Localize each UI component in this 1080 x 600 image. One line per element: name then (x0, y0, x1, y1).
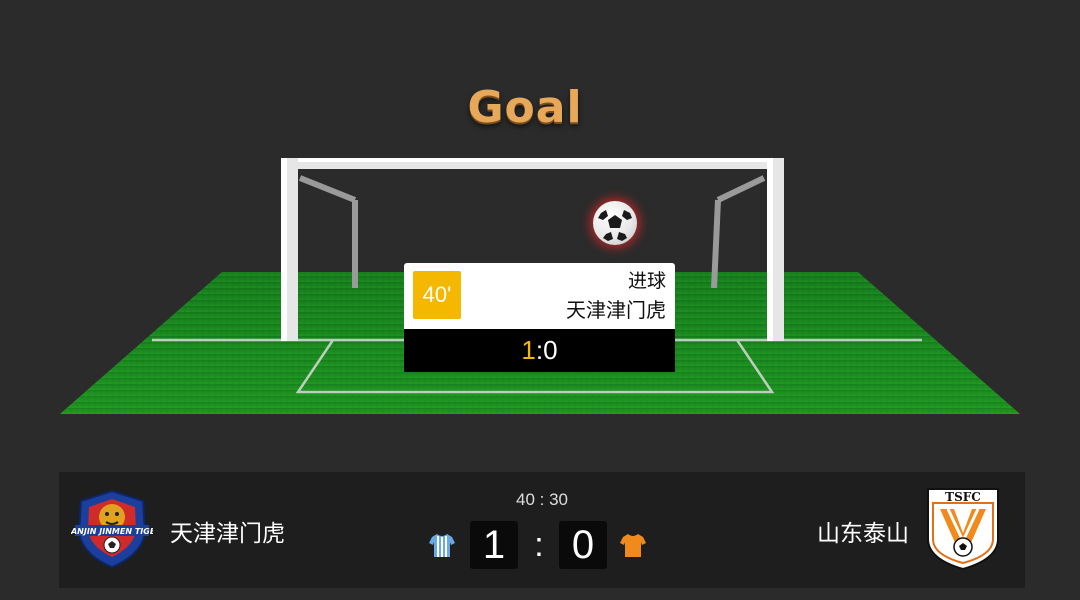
event-team-name: 天津津门虎 (566, 298, 666, 322)
home-team-logo: TIANJIN JINMEN TIGER (63, 487, 161, 569)
pitch-graphic (60, 158, 1020, 414)
away-score: 0 (559, 521, 607, 569)
home-score: 1 (470, 521, 518, 569)
away-team-logo: TSFC (918, 483, 1008, 573)
away-logo-text: TSFC (945, 490, 981, 504)
goal-animation-scene: Goal 40' 进球 天津津门虎 1:0 (0, 0, 1080, 470)
goal-event-card: 40' 进球 天津津门虎 1:0 (404, 263, 675, 372)
home-jersey-icon (429, 532, 455, 558)
event-score-home: 1 (521, 335, 536, 365)
home-logo-text: TIANJIN JINMEN TIGER (71, 527, 153, 536)
home-team-name: 天津津门虎 (170, 521, 285, 547)
event-minute-badge: 40' (413, 271, 461, 319)
soccer-ball-icon (593, 201, 637, 245)
away-team-name: 山东泰山 (817, 521, 909, 547)
away-jersey-icon (620, 532, 646, 558)
event-score-strip: 1:0 (404, 329, 675, 372)
event-type-label: 进球 (627, 270, 666, 292)
goal-banner-title: Goal (467, 82, 583, 133)
scoreboard-bar: TIANJIN JINMEN TIGER 天津津门虎 40 : 30 1 : 0… (59, 472, 1025, 588)
match-clock: 40 : 30 (516, 490, 568, 509)
event-score-away: :0 (535, 335, 558, 365)
event-card-header: 40' 进球 天津津门虎 (404, 263, 675, 329)
score-separator: : (534, 526, 544, 564)
